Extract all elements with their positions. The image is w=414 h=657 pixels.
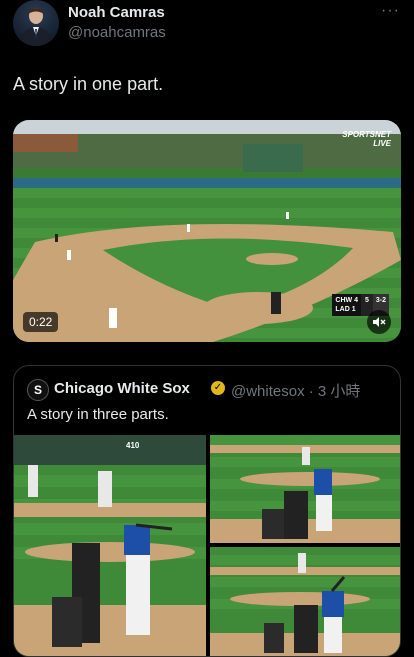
speaker-mute-glyph	[373, 317, 386, 327]
mute-icon[interactable]	[367, 310, 391, 334]
team1-name: CHW	[335, 297, 353, 304]
media-image-2[interactable]	[210, 435, 400, 543]
verified-gold-icon: ✓	[211, 381, 225, 395]
network-name: SPORTSNET	[342, 130, 391, 139]
quoted-handle-time[interactable]: @whitesox · 3 小時	[231, 380, 360, 401]
author-name[interactable]: Noah Camras	[68, 4, 165, 21]
author-avatar[interactable]	[13, 0, 59, 46]
media-image-1[interactable]: 410	[14, 435, 206, 656]
whitesox-logo-avatar[interactable]: S	[27, 379, 49, 401]
tweet-text: A story in one part.	[13, 74, 164, 94]
quoted-author-name[interactable]: Chicago White Sox	[54, 380, 190, 397]
team2-name: LAD	[335, 306, 350, 313]
network-live: LIVE	[373, 139, 391, 148]
person-image	[19, 8, 53, 46]
author-handle[interactable]: @noahcamras	[68, 24, 166, 41]
network-logo: SPORTSNET LIVE	[342, 130, 391, 148]
scoreboard-number: 410	[126, 441, 140, 450]
quoted-text: A story in three parts.	[27, 406, 169, 423]
pitch-image	[210, 435, 400, 543]
tweet-video[interactable]: SPORTSNET LIVE CHW 4 LAD 1 5 3-2 0:22	[13, 120, 401, 342]
more-dots-icon[interactable]: ···	[381, 2, 400, 20]
batter-image	[14, 435, 206, 656]
team1-score: 4	[354, 297, 358, 304]
video-time: 0:22	[23, 312, 59, 332]
image-grid: 410	[14, 435, 400, 656]
team2-score: 1	[351, 306, 356, 313]
inning: 5	[364, 297, 369, 304]
pitch-count: 3-2	[375, 297, 386, 304]
quoted-tweet[interactable]: S Chicago White Sox ✓ @whitesox · 3 小時 A…	[13, 365, 401, 657]
